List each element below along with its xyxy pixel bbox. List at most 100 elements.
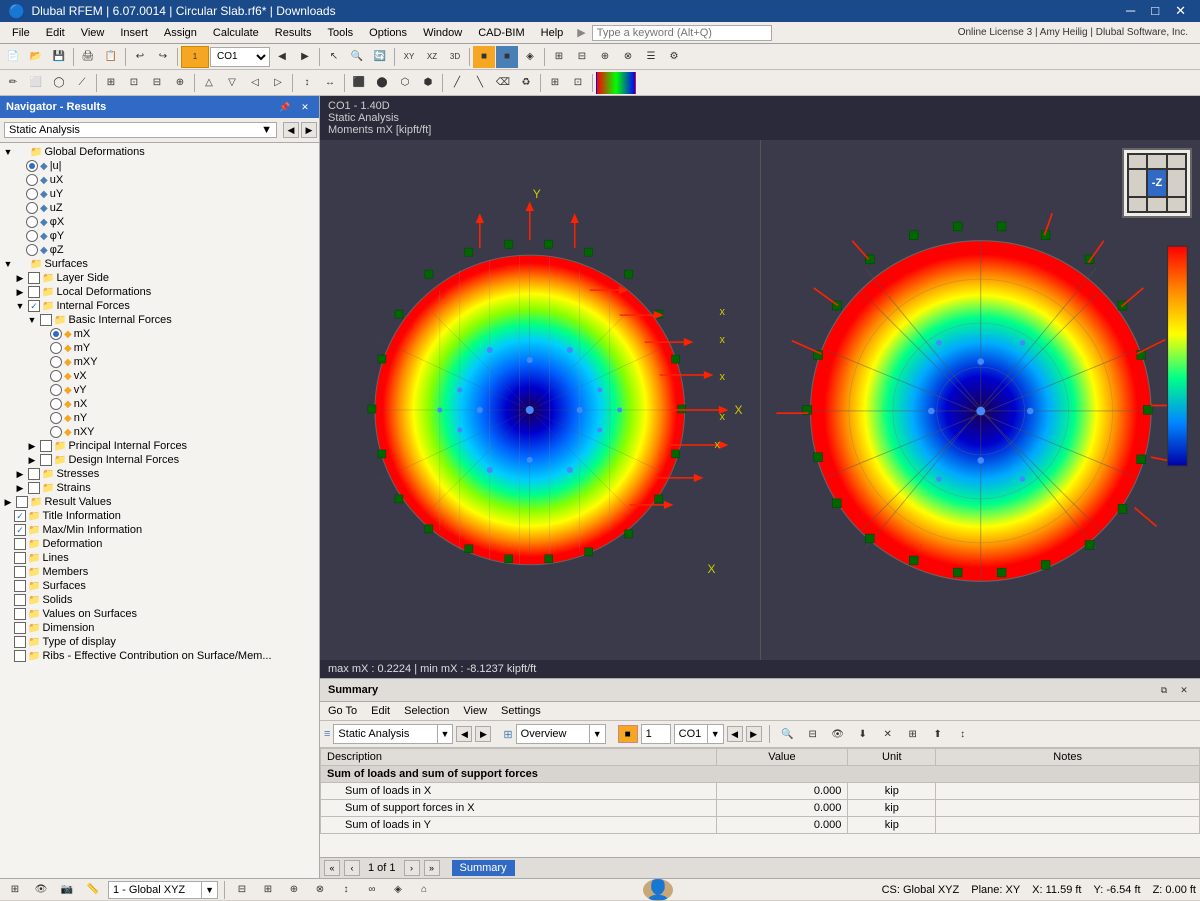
- check-23[interactable]: [28, 468, 40, 480]
- radio-20[interactable]: [50, 426, 62, 438]
- open-btn[interactable]: 📂: [25, 46, 47, 68]
- tb2-btn-1[interactable]: ✏: [2, 72, 24, 94]
- summary-copy-btn[interactable]: ✕: [877, 723, 899, 745]
- summary-lc-name-combo[interactable]: CO1 ▼: [674, 724, 724, 744]
- tb2-color-btn[interactable]: [596, 72, 636, 94]
- extra-btn-6[interactable]: ⚙: [663, 46, 685, 68]
- radio-7[interactable]: [26, 244, 38, 256]
- summary-close-btn[interactable]: ✕: [1176, 682, 1192, 698]
- summary-float-btn[interactable]: ⧉: [1156, 682, 1172, 698]
- summary-menu-edit[interactable]: Edit: [367, 704, 394, 718]
- tb2-grid-btn[interactable]: ⊡: [567, 72, 589, 94]
- tb2-snap-btn[interactable]: ⊞: [544, 72, 566, 94]
- table-row[interactable]: Sum of loads in Y 0.000 kip: [321, 817, 1200, 834]
- summary-menu-view[interactable]: View: [459, 704, 491, 718]
- tree-item-20[interactable]: ◆nXY: [0, 425, 319, 439]
- check-28[interactable]: [14, 538, 26, 550]
- tree-item-9[interactable]: ▶📁Layer Side: [0, 271, 319, 285]
- bottom-btn-2[interactable]: ⊞: [257, 879, 279, 901]
- new-btn[interactable]: 📄: [2, 46, 24, 68]
- expand-btn-9[interactable]: ▶: [14, 272, 26, 284]
- color1-btn[interactable]: ■: [473, 46, 495, 68]
- expand-btn-11[interactable]: ▼: [14, 300, 26, 312]
- table-row[interactable]: Sum of support forces in X 0.000 kip: [321, 800, 1200, 817]
- tb2-btn-4[interactable]: ⟋: [71, 72, 93, 94]
- summary-export-btn[interactable]: ⬇: [852, 723, 874, 745]
- rotate-btn[interactable]: 🔄: [369, 46, 391, 68]
- check-24[interactable]: [28, 482, 40, 494]
- tb2-btn-16[interactable]: ⬤: [371, 72, 393, 94]
- summary-search-btn[interactable]: 🔍: [777, 723, 799, 745]
- menu-help[interactable]: Help: [533, 25, 572, 41]
- extra-btn-4[interactable]: ⊗: [617, 46, 639, 68]
- summary-filter-btn[interactable]: ⊟: [802, 723, 824, 745]
- color2-btn[interactable]: ■: [496, 46, 518, 68]
- tb-btn-1[interactable]: 1: [181, 46, 209, 68]
- summary-analysis-arrow[interactable]: ▼: [437, 725, 453, 743]
- expand-btn-21[interactable]: ▶: [26, 440, 38, 452]
- radio-16[interactable]: [50, 370, 62, 382]
- tree-item-3[interactable]: ◆uY: [0, 187, 319, 201]
- radio-3[interactable]: [26, 188, 38, 200]
- check-10[interactable]: [28, 286, 40, 298]
- tree-item-25[interactable]: ▶📁Result Values: [0, 495, 319, 509]
- tb2-btn-21[interactable]: ⌫: [492, 72, 514, 94]
- tree-item-29[interactable]: 📁Lines: [0, 551, 319, 565]
- check-31[interactable]: [14, 580, 26, 592]
- view1-btn[interactable]: XY: [398, 46, 420, 68]
- tree-item-5[interactable]: ◆φX: [0, 215, 319, 229]
- check-34[interactable]: [14, 622, 26, 634]
- view2-btn[interactable]: XZ: [421, 46, 443, 68]
- summary-view-arrow[interactable]: ▼: [589, 725, 605, 743]
- fem-view-left[interactable]: X Y X x x x x x: [320, 140, 760, 660]
- save-btn[interactable]: 💾: [48, 46, 70, 68]
- radio-19[interactable]: [50, 412, 62, 424]
- tb2-btn-13[interactable]: ↕: [296, 72, 318, 94]
- summary-lc-combo[interactable]: 1: [641, 724, 671, 744]
- bottom-measure-btn[interactable]: 📏: [82, 879, 104, 901]
- bottom-btn-8[interactable]: ⌂: [413, 879, 435, 901]
- tb2-btn-17[interactable]: ⬡: [394, 72, 416, 94]
- tb2-btn-11[interactable]: ◁: [244, 72, 266, 94]
- select-btn[interactable]: ↖: [323, 46, 345, 68]
- bottom-btn-1[interactable]: ⊟: [231, 879, 253, 901]
- expand-btn-8[interactable]: ▼: [2, 258, 14, 270]
- check-30[interactable]: [14, 566, 26, 578]
- footer-last-btn[interactable]: »: [424, 860, 440, 876]
- expand-btn-12[interactable]: ▼: [26, 314, 38, 326]
- tb2-btn-10[interactable]: ▽: [221, 72, 243, 94]
- radio-1[interactable]: [26, 160, 38, 172]
- nav-close-btn[interactable]: ✕: [297, 99, 313, 115]
- tree-item-27[interactable]: ✓📁Max/Min Information: [0, 523, 319, 537]
- tree-item-24[interactable]: ▶📁Strains: [0, 481, 319, 495]
- bottom-btn-6[interactable]: ∞: [361, 879, 383, 901]
- expand-btn-22[interactable]: ▶: [26, 454, 38, 466]
- tree-item-12[interactable]: ▼📁Basic Internal Forces: [0, 313, 319, 327]
- summary-settings-btn[interactable]: ⬆: [927, 723, 949, 745]
- menu-cad-bim[interactable]: CAD-BIM: [470, 25, 532, 41]
- nav-next-btn[interactable]: ▶: [301, 122, 317, 138]
- bottom-view-combo[interactable]: 1 - Global XYZ ▼: [108, 881, 218, 899]
- tree-item-36[interactable]: 📁Ribs - Effective Contribution on Surfac…: [0, 649, 319, 663]
- menu-file[interactable]: File: [4, 25, 38, 41]
- tb2-btn-3[interactable]: ◯: [48, 72, 70, 94]
- tree-item-32[interactable]: 📁Solids: [0, 593, 319, 607]
- bottom-btn-5[interactable]: ↕: [335, 879, 357, 901]
- summary-view-mode-btn[interactable]: 👁: [827, 723, 849, 745]
- check-26[interactable]: ✓: [14, 510, 26, 522]
- menu-assign[interactable]: Assign: [156, 25, 205, 41]
- print2-btn[interactable]: 📋: [100, 46, 122, 68]
- expand-btn-24[interactable]: ▶: [14, 482, 26, 494]
- title-bar-controls[interactable]: ─ □ ✕: [1120, 3, 1192, 19]
- tree-item-23[interactable]: ▶📁Stresses: [0, 467, 319, 481]
- render-btn[interactable]: ◈: [519, 46, 541, 68]
- tb2-btn-5[interactable]: ⊞: [100, 72, 122, 94]
- check-29[interactable]: [14, 552, 26, 564]
- summary-view-combo[interactable]: Overview ▼: [516, 724, 606, 744]
- tree-item-15[interactable]: ◆mXY: [0, 355, 319, 369]
- menu-tools[interactable]: Tools: [319, 25, 361, 41]
- tree-item-6[interactable]: ◆φY: [0, 229, 319, 243]
- radio-15[interactable]: [50, 356, 62, 368]
- tree-item-10[interactable]: ▶📁Local Deformations: [0, 285, 319, 299]
- tree-item-11[interactable]: ▼✓📁Internal Forces: [0, 299, 319, 313]
